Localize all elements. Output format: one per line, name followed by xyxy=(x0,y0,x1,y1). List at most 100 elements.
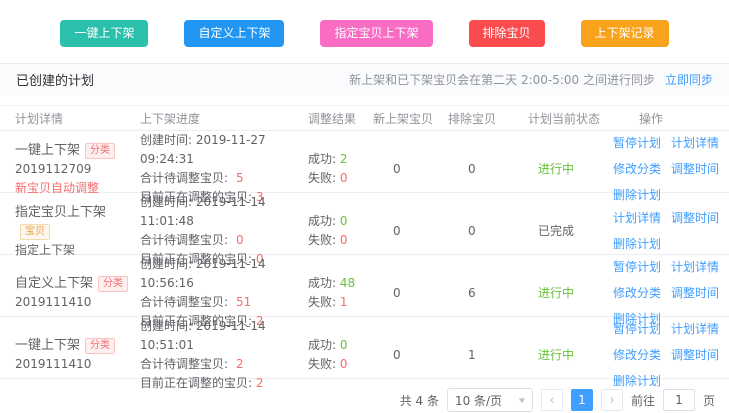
action-link[interactable]: 调整时间 xyxy=(671,284,719,303)
new-items-cell: 0 xyxy=(373,160,448,179)
status-cell: 进行中 xyxy=(528,284,613,303)
action-link[interactable]: 删除计划 xyxy=(613,186,661,205)
plan-title: 一键上下架 xyxy=(15,143,80,158)
action-link[interactable]: 修改分类 xyxy=(613,346,661,365)
one-key-listing-button[interactable]: 一键上下架 xyxy=(60,20,148,47)
action-link[interactable]: 暂停计划 xyxy=(613,134,661,153)
pending-value: 5 xyxy=(236,171,244,185)
plan-note: 新宝贝自动调整 xyxy=(15,179,140,198)
created-label: 创建时间: xyxy=(140,319,192,333)
plan-detail-cell: 一键上下架分类 2019112709 新宝贝自动调整 xyxy=(15,141,140,198)
chevron-right-icon: › xyxy=(609,393,614,408)
sync-notice: 新上架和已下架宝贝会在第二天 2:00-5:00 之间进行同步 xyxy=(349,71,655,88)
adjusting-value: 2 xyxy=(256,376,264,390)
result-cell: 成功: 0 失败: 0 xyxy=(308,212,373,250)
goto-page-input[interactable] xyxy=(663,389,695,411)
plan-detail-cell: 自定义上下架分类 2019111410 xyxy=(15,274,140,312)
action-link[interactable]: 修改分类 xyxy=(613,284,661,303)
pending-label: 合计待调整宝贝: xyxy=(140,295,228,309)
status-cell: 已完成 xyxy=(528,222,613,241)
plan-tag: 分类 xyxy=(98,276,128,292)
actions-cell: 暂停计划 计划详情 修改分类 调整时间 删除计划 xyxy=(613,320,725,391)
plans-table: 计划详情 上下架进度 调整结果 新上架宝贝 排除宝贝 计划当前状态 操作 一键上… xyxy=(0,105,729,379)
action-link[interactable]: 计划详情 xyxy=(671,320,719,339)
toolbar: 一键上下架 自定义上下架 指定宝贝上下架 排除宝贝 上下架记录 xyxy=(0,0,729,63)
table-header-row: 计划详情 上下架进度 调整结果 新上架宝贝 排除宝贝 计划当前状态 操作 xyxy=(0,105,729,131)
pending-value: 51 xyxy=(236,295,251,309)
col-header-result: 调整结果 xyxy=(308,110,373,127)
pending-label: 合计待调整宝贝: xyxy=(140,233,228,247)
col-header-new-items: 新上架宝贝 xyxy=(373,110,448,127)
action-link[interactable]: 调整时间 xyxy=(671,160,719,179)
success-value: 48 xyxy=(340,276,355,290)
created-label: 创建时间: xyxy=(140,257,192,271)
panel-title: 已创建的计划 xyxy=(16,70,94,89)
success-value: 0 xyxy=(340,338,348,352)
result-cell: 成功: 2 失败: 0 xyxy=(308,150,373,188)
action-link[interactable]: 计划详情 xyxy=(671,134,719,153)
success-label: 成功: xyxy=(308,152,336,166)
success-value: 2 xyxy=(340,152,348,166)
fail-label: 失败: xyxy=(308,357,336,371)
actions-cell: 计划详情 调整时间 删除计划 xyxy=(613,209,725,254)
action-link[interactable]: 删除计划 xyxy=(613,372,661,391)
plan-detail-cell: 指定宝贝上下架宝贝 指定上下架 xyxy=(15,203,140,260)
listing-records-button[interactable]: 上下架记录 xyxy=(581,20,669,47)
result-cell: 成功: 48 失败: 1 xyxy=(308,274,373,312)
actions-cell: 暂停计划 计划详情 修改分类 调整时间 删除计划 xyxy=(613,134,725,205)
pending-label: 合计待调整宝贝: xyxy=(140,357,228,371)
action-link[interactable]: 计划详情 xyxy=(613,209,661,228)
excluded-cell: 0 xyxy=(448,160,528,179)
fail-value: 1 xyxy=(340,295,348,309)
action-link[interactable]: 暂停计划 xyxy=(613,320,661,339)
fail-value: 0 xyxy=(340,357,348,371)
progress-cell: 创建时间: 2019-11-14 10:51:01 合计待调整宝贝:2 目前正在… xyxy=(140,317,308,393)
next-page-button[interactable]: › xyxy=(601,389,623,411)
adjusting-label: 目前正在调整的宝贝: xyxy=(140,376,252,390)
excluded-cell: 0 xyxy=(448,222,528,241)
plan-id: 指定上下架 xyxy=(15,241,140,260)
action-link[interactable]: 调整时间 xyxy=(671,209,719,228)
excluded-cell: 6 xyxy=(448,284,528,303)
col-header-excluded: 排除宝贝 xyxy=(448,110,528,127)
sync-area: 新上架和已下架宝贝会在第二天 2:00-5:00 之间进行同步 立即同步 xyxy=(349,71,713,88)
excluded-cell: 1 xyxy=(448,346,528,365)
custom-listing-button[interactable]: 自定义上下架 xyxy=(184,20,284,47)
table-row: 一键上下架分类 2019111410 创建时间: 2019-11-14 10:5… xyxy=(0,317,729,379)
success-label: 成功: xyxy=(308,276,336,290)
plan-detail-cell: 一键上下架分类 2019111410 xyxy=(15,336,140,374)
page-size-value: 10 条/页 xyxy=(455,392,502,409)
col-header-actions: 操作 xyxy=(613,110,729,127)
plan-id: 2019112709 xyxy=(15,160,140,179)
plan-id: 2019111410 xyxy=(15,355,140,374)
assigned-item-listing-button[interactable]: 指定宝贝上下架 xyxy=(320,20,432,47)
fail-value: 0 xyxy=(340,171,348,185)
pending-value: 2 xyxy=(236,357,244,371)
goto-label: 前往 xyxy=(631,392,655,409)
new-items-cell: 0 xyxy=(373,346,448,365)
action-link[interactable]: 调整时间 xyxy=(671,346,719,365)
col-header-plan-detail: 计划详情 xyxy=(15,110,140,127)
actions-cell: 暂停计划 计划详情 修改分类 调整时间 删除计划 xyxy=(613,258,725,329)
page-size-select[interactable]: 10 条/页 ▼ xyxy=(447,388,533,412)
sync-now-link[interactable]: 立即同步 xyxy=(665,71,713,88)
created-label: 创建时间: xyxy=(140,133,192,147)
page-unit: 页 xyxy=(703,392,715,409)
prev-page-button[interactable]: ‹ xyxy=(541,389,563,411)
new-items-cell: 0 xyxy=(373,222,448,241)
pending-value: 0 xyxy=(236,233,244,247)
action-link[interactable]: 删除计划 xyxy=(613,235,661,254)
panel-header: 已创建的计划 新上架和已下架宝贝会在第二天 2:00-5:00 之间进行同步 立… xyxy=(0,63,729,95)
action-link[interactable]: 计划详情 xyxy=(671,258,719,277)
action-link[interactable]: 修改分类 xyxy=(613,160,661,179)
action-link[interactable]: 暂停计划 xyxy=(613,258,661,277)
page-1-button[interactable]: 1 xyxy=(571,389,593,411)
plan-title: 指定宝贝上下架 xyxy=(15,205,106,220)
success-label: 成功: xyxy=(308,338,336,352)
chevron-down-icon: ▼ xyxy=(519,396,525,403)
fail-label: 失败: xyxy=(308,233,336,247)
exclude-items-button[interactable]: 排除宝贝 xyxy=(469,20,545,47)
total-count: 共 4 条 xyxy=(400,392,439,409)
new-items-cell: 0 xyxy=(373,284,448,303)
plan-title: 一键上下架 xyxy=(15,338,80,353)
